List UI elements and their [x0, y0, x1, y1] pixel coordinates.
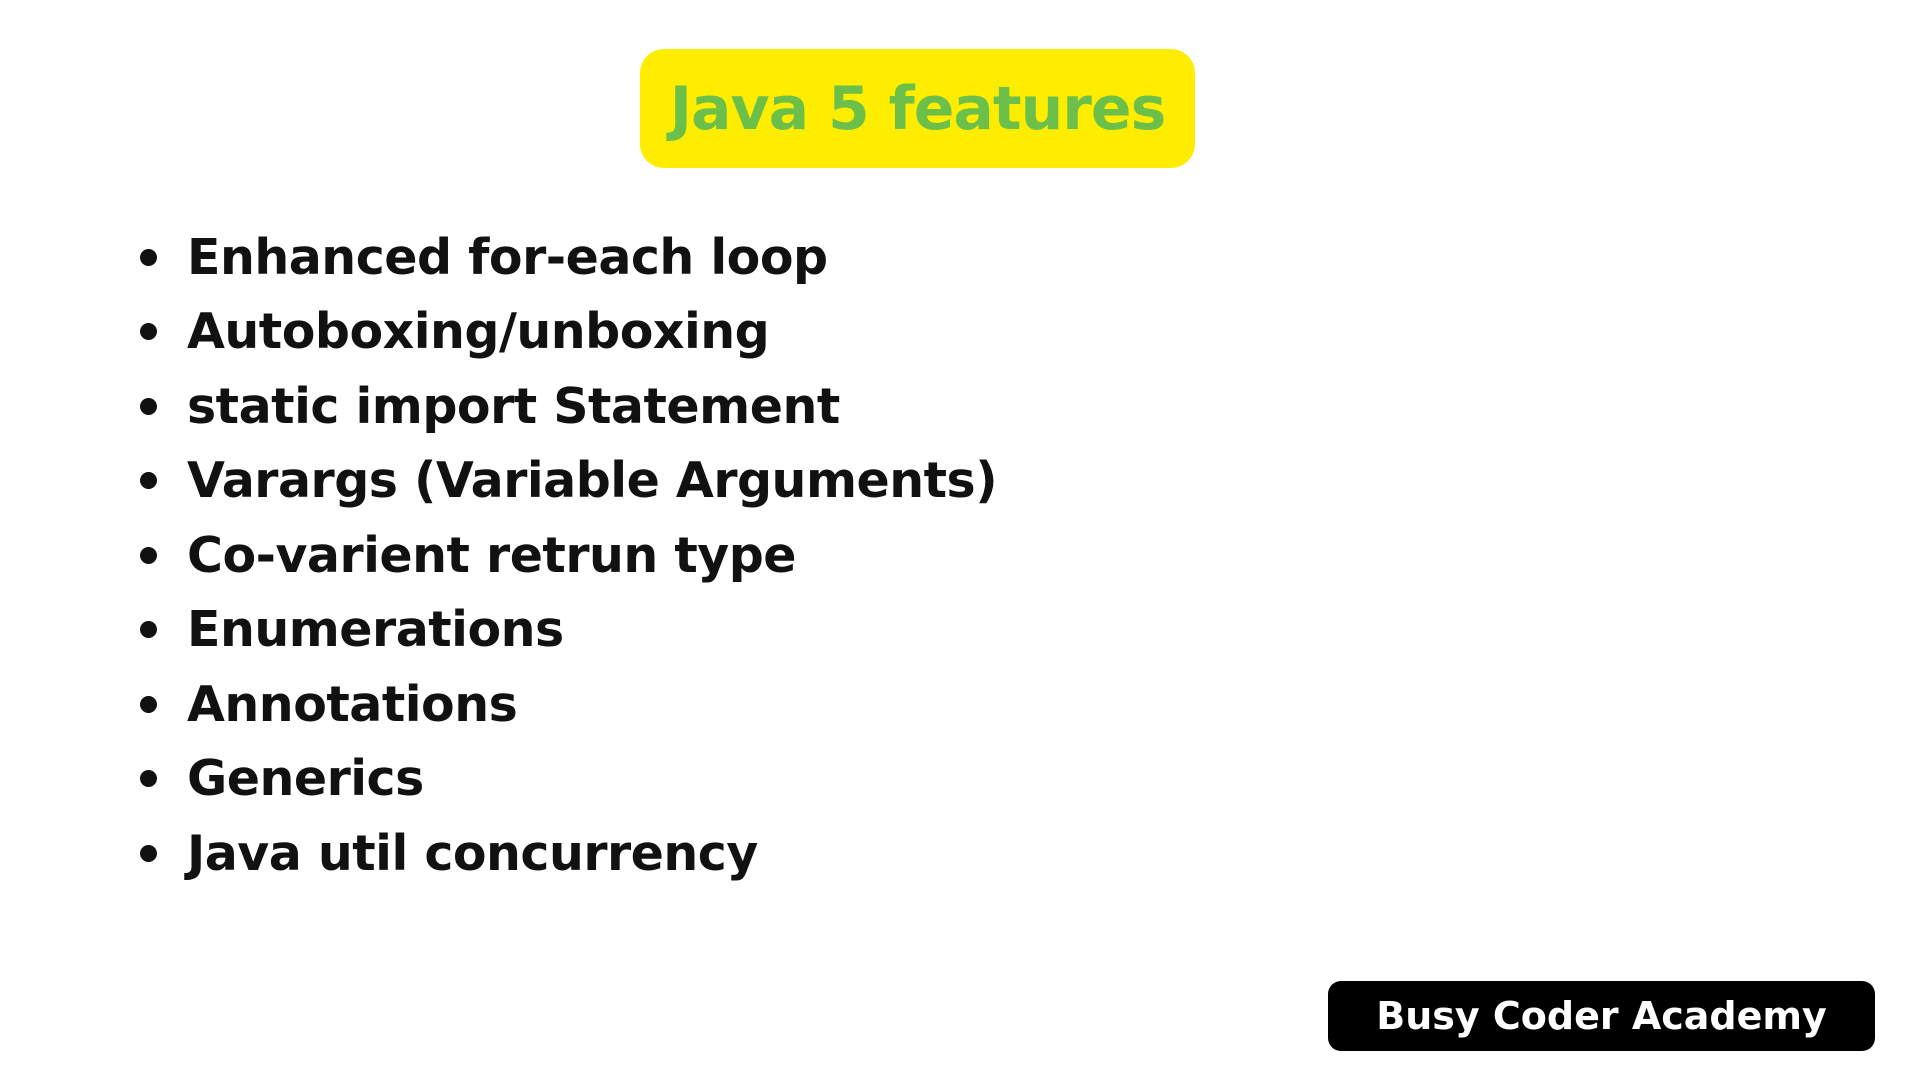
slide-title: Java 5 features: [669, 73, 1167, 144]
feature-label: Varargs (Variable Arguments): [187, 452, 998, 510]
list-item: Annotations: [140, 667, 997, 742]
feature-label: Co-varient retrun type: [187, 526, 797, 584]
feature-label: Enumerations: [187, 601, 564, 659]
feature-label: Autoboxing/unboxing: [187, 303, 770, 361]
list-item: Java util concurrency: [140, 816, 997, 891]
feature-label: Enhanced for-each loop: [187, 228, 828, 286]
bullet-icon: [140, 844, 157, 862]
brand-name: Busy Coder Academy: [1376, 994, 1827, 1038]
bullet-icon: [140, 695, 157, 713]
feature-label: static import Statement: [187, 377, 840, 435]
list-item: Varargs (Variable Arguments): [140, 444, 998, 519]
feature-label: Generics: [187, 750, 424, 808]
title-banner: Java 5 features: [640, 49, 1195, 168]
bullet-icon: [140, 472, 157, 490]
bullet-icon: [140, 323, 157, 341]
bullet-icon: [140, 248, 157, 266]
list-item: Enumerations: [140, 593, 997, 668]
list-item: Autoboxing/unboxing: [140, 295, 997, 370]
bullet-icon: [140, 621, 157, 639]
list-item: Generics: [140, 742, 997, 817]
brand-badge: Busy Coder Academy: [1328, 981, 1875, 1051]
feature-label: Java util concurrency: [187, 824, 758, 882]
bullet-icon: [140, 770, 157, 788]
list-item: Co-varient retrun type: [140, 518, 997, 593]
slide: Java 5 features Enhanced for-each loop A…: [0, 0, 1920, 1080]
bullet-icon: [140, 546, 157, 564]
list-item: Enhanced for-each loop: [140, 220, 997, 295]
list-item: static import Statement: [140, 369, 997, 444]
bullet-icon: [140, 397, 157, 415]
feature-list: Enhanced for-each loop Autoboxing/unboxi…: [140, 220, 998, 891]
feature-label: Annotations: [187, 675, 518, 733]
